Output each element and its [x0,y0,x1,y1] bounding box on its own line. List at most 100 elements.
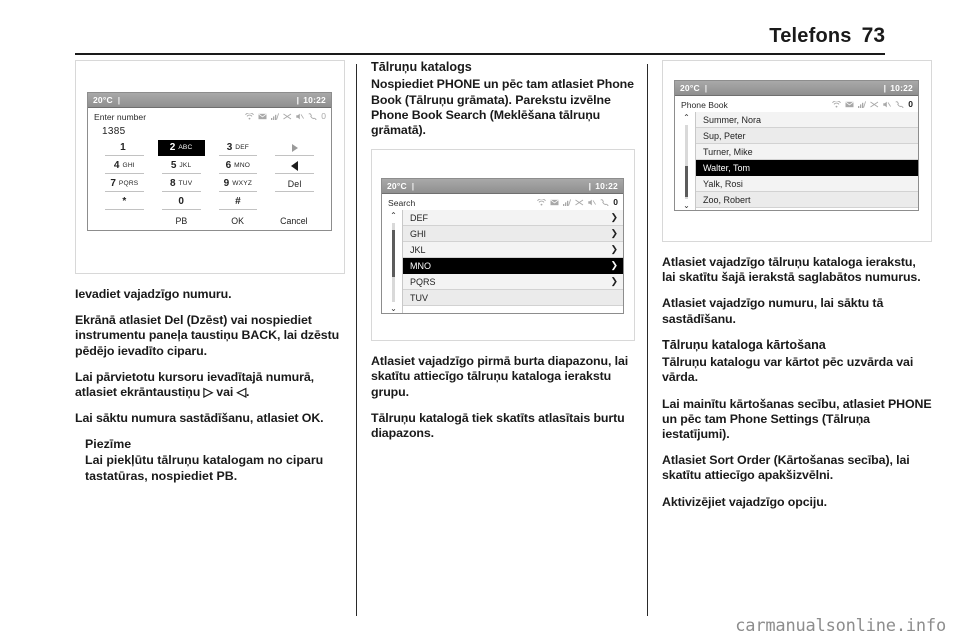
status-icon-group-search: 0 [537,198,618,207]
right-paragraph-2: Atlasiet vajadzīgo numuru, lai sāktu tā … [662,296,884,326]
list-item[interactable]: Turner, Mike [696,144,918,160]
head-unit-screen-search: 20°C | | 10:22 Search 0 ⌃ ⌄ DEF ❯ GHI ❯ … [381,178,624,315]
key-6-letters: MNO [234,162,251,169]
scroll-track[interactable] [685,125,688,199]
key-8-number: 8 [169,178,176,189]
key-7[interactable]: 7 PQRS [105,176,144,192]
chevron-right-icon: ❯ [610,212,618,223]
list-item[interactable]: Sup, Peter [696,128,918,144]
list-item[interactable]: Yalk, Rosi [696,176,918,192]
key-7-number: 7 [110,178,116,189]
scroll-thumb[interactable] [392,229,395,277]
list-item-label: Summer, Nora [703,114,762,125]
softkey-cancel[interactable]: Cancel [266,216,322,226]
zero-indicator-icon: 0 [321,111,326,122]
key-5-letters: JKL [179,162,192,169]
entered-number-display: 1385 [102,126,126,137]
mute-icon [588,199,597,206]
left-paragraph-4: Lai sāktu numura sastādīšanu, atlasiet O… [75,411,324,426]
note-title: Piezīme [85,437,132,452]
status-separator-search: | [411,181,415,192]
chevron-right-icon: ❯ [610,244,618,255]
list-item-label: Sup, Peter [703,130,746,141]
clock-area-search: | 10:22 [589,181,618,191]
phonebook-scrollbar[interactable]: ⌃ ⌄ [678,112,695,210]
list-item[interactable]: TUV [403,290,623,307]
key-4[interactable]: 4 GHI [105,158,144,174]
page-number: 73 [861,24,885,47]
head-unit-screen-dialpad: 20°C | | 10:22 Enter number 0 1385 1 2 A… [87,92,332,231]
scroll-down-icon[interactable]: ⌄ [683,202,690,210]
key-2[interactable]: 2 ABC [157,140,205,156]
key-9[interactable]: 9 WXYZ [218,176,258,192]
scroll-down-icon[interactable]: ⌄ [390,305,397,313]
softkey-pb[interactable]: PB [153,216,209,226]
mute-icon [883,101,892,108]
key-7-letters: PQRS [118,180,139,187]
list-item-selected[interactable]: Walter, Tom [696,160,918,176]
list-item-selected[interactable]: MNO ❯ [403,258,623,275]
scroll-track[interactable] [392,223,395,303]
key-8[interactable]: 8 TUV [161,176,201,192]
wifi-icon [537,199,547,206]
list-item[interactable]: PQRS ❯ [403,274,623,291]
status-icon-group: 0 [245,112,326,121]
key-0[interactable]: 0 [161,194,201,210]
status-separator-phonebook: | [704,83,708,93]
status-icon-group-phonebook: 0 [832,100,913,109]
key-3[interactable]: 3 DEF [218,140,258,156]
list-item-label: Zoo, Robert [703,194,751,205]
scroll-up-icon[interactable]: ⌃ [683,114,690,122]
left-column: 20°C | | 10:22 Enter number 0 1385 1 2 A… [75,60,345,494]
status-bar: 20°C | | 10:22 [88,93,331,108]
list-item-label: Turner, Mike [703,146,753,157]
figure-phonebook-list: 20°C | | 10:22 Phone Book 0 ⌃ ⌄ Summer, … [662,60,932,242]
envelope-icon [258,113,267,120]
list-item-label: JKL [410,244,426,255]
zero-indicator-icon: 0 [908,99,913,110]
delete-button[interactable]: Del [275,176,314,192]
key-9-letters: WXYZ [232,180,253,187]
key-9-number: 9 [223,178,230,189]
softkey-ok[interactable]: OK [210,216,266,226]
key-6[interactable]: 6 MNO [218,158,258,174]
cursor-right-button[interactable] [275,140,314,156]
scroll-thumb[interactable] [685,165,688,197]
list-item-label: Yalk, Rosi [703,178,743,189]
mute-icon [296,113,305,120]
handset-icon [895,101,904,108]
right-paragraph-1: Atlasiet vajadzīgo tālruņu kataloga iera… [662,255,921,285]
key-5[interactable]: 5 JKL [161,158,201,174]
phonebook-list-items: Summer, Nora Sup, Peter Turner, Mike Wal… [695,112,918,210]
key-1[interactable]: 1 [105,140,144,156]
list-item-label: TUV [410,292,428,303]
key-star[interactable]: * [105,194,144,210]
key-hash[interactable]: # [218,194,258,210]
signal-icon [858,101,867,108]
list-item[interactable]: Zoo, Robert [696,192,918,208]
envelope-icon [845,101,854,108]
list-item[interactable]: DEF ❯ [403,210,623,227]
wifi-icon [832,101,842,108]
status-bar-phonebook: 20°C | | 10:22 [675,81,918,96]
chevron-right-icon: ❯ [610,228,618,239]
list-item[interactable]: JKL ❯ [403,242,623,259]
right-column: 20°C | | 10:22 Phone Book 0 ⌃ ⌄ Summer, … [662,60,932,521]
head-unit-screen-phonebook: 20°C | | 10:22 Phone Book 0 ⌃ ⌄ Summer, … [674,80,919,211]
left-paragraph-1: Ievadiet vajadzīgo numuru. [75,287,232,301]
zero-indicator-icon: 0 [613,197,618,208]
key-star-number: * [122,196,127,207]
figure-dialpad: 20°C | | 10:22 Enter number 0 1385 1 2 A… [75,60,345,274]
right-paragraph-6: Aktivizējiet vajadzīgo opciju. [662,494,827,509]
key-2-letters: ABC [178,144,193,151]
clock-area-phonebook: | 10:22 [884,83,913,93]
cursor-left-button[interactable] [275,158,314,174]
chevron-right-icon: ❯ [610,260,618,271]
clock-separator-search: | [588,181,592,192]
list-item[interactable]: GHI ❯ [403,226,623,243]
page-header: Telefons 73 [75,24,885,55]
list-item[interactable]: Summer, Nora [696,112,918,128]
search-scrollbar[interactable]: ⌃ ⌄ [385,210,402,313]
scroll-up-icon[interactable]: ⌃ [390,212,397,220]
search-list-items: DEF ❯ GHI ❯ JKL ❯ MNO ❯ PQRS ❯ TUV [402,210,623,314]
